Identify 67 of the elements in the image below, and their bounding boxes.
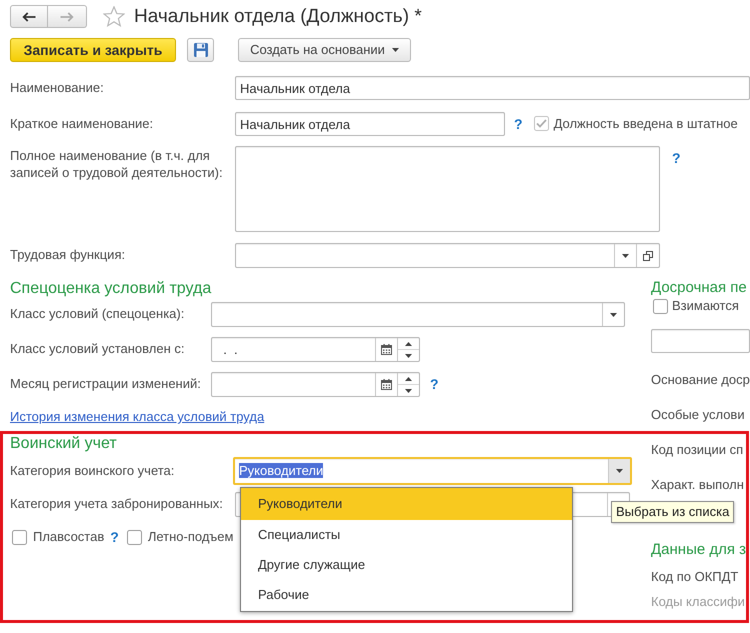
caret-down-icon (405, 354, 412, 358)
create-based-on-button[interactable]: Создать на основании (238, 38, 411, 62)
spin-control[interactable] (397, 338, 419, 361)
field-label: Код по ОКПДТ (651, 568, 740, 585)
save-button[interactable] (187, 38, 214, 62)
field-label: Код позиции сп (651, 441, 744, 458)
text-area[interactable] (235, 146, 660, 232)
list-item[interactable]: Рабочие (241, 580, 572, 610)
text-field[interactable]: Начальник отдела (235, 112, 505, 136)
dropdown-field[interactable] (235, 243, 660, 268)
field-label: Краткое наименование: (10, 116, 154, 132)
overlapping-squares-icon (643, 250, 653, 260)
field-label: Класс условий (спецоценка): (10, 306, 186, 323)
checkbox-label: Плавсостав (33, 528, 104, 546)
checkbox[interactable] (653, 298, 668, 314)
help-link[interactable]: ? (672, 150, 681, 167)
checkbox-label: Должность введена в штатное (554, 116, 738, 132)
field-label: Полное наименование (в т.ч. для записей о трудовой деятельности): (10, 147, 224, 181)
star-icon[interactable] (103, 6, 125, 27)
list-item[interactable]: Руководители (241, 488, 572, 520)
text-field[interactable] (651, 329, 750, 353)
dropdown-field[interactable]: Руководители (233, 457, 632, 485)
date-field[interactable]: . . (211, 337, 420, 362)
window-title: Начальник отдела (Должность) * (134, 5, 422, 28)
field-label: Коды классифи (651, 593, 746, 610)
dropdown-button[interactable] (608, 459, 630, 483)
field-label: Класс условий установлен с: (10, 341, 186, 358)
section-heading: Спецоценка условий труда (10, 279, 212, 299)
caret-up-icon (405, 342, 412, 346)
section-heading: Досрочная пе (651, 278, 748, 298)
caret-icon (392, 48, 399, 52)
section-heading: Данные для з (651, 540, 748, 560)
calendar-icon (381, 344, 392, 355)
field-label: Основание доср (651, 371, 750, 388)
list-item[interactable]: Специалисты (241, 520, 572, 550)
help-link[interactable]: ? (514, 116, 523, 132)
checkbox[interactable] (12, 530, 27, 544)
field-label: Наименование: (10, 80, 105, 96)
arrow-right-icon (60, 12, 74, 22)
save-and-close-button[interactable]: Записать и закрыть (10, 38, 176, 62)
caret-up-icon (405, 376, 412, 380)
caret-icon (610, 312, 617, 316)
field-label: Категория учета забронированных: (10, 496, 224, 513)
checkbox-label: Летно-подъем (148, 528, 234, 546)
section-heading: Воинский учет (10, 434, 118, 454)
spin-control[interactable] (397, 373, 419, 396)
help-link[interactable]: ? (110, 528, 119, 546)
checkbox-label: Взимаются (672, 298, 739, 314)
caret-icon (616, 469, 623, 473)
field-label: Характ. выполн (651, 476, 745, 493)
text-field[interactable]: Начальник отдела (235, 76, 750, 100)
help-link[interactable]: ? (430, 376, 439, 393)
date-field[interactable] (211, 372, 420, 397)
field-label: Трудовая функция: (10, 247, 126, 264)
arrow-left-icon (22, 12, 36, 22)
back-button[interactable] (10, 5, 48, 28)
field-label: Особые услови (651, 406, 746, 423)
caret-down-icon (405, 388, 412, 392)
list-item[interactable]: Другие служащие (241, 550, 572, 580)
field-label: Месяц регистрации изменений: (10, 376, 202, 393)
link[interactable]: История изменения класса условий труда (10, 409, 264, 424)
tooltip: Выбрать из списка (611, 501, 734, 523)
dropdown-field[interactable] (211, 302, 625, 327)
calendar-icon (381, 379, 392, 390)
checkbox[interactable] (126, 530, 142, 544)
caret-icon (622, 254, 629, 258)
field-label: Категория воинского учета: (10, 462, 176, 480)
